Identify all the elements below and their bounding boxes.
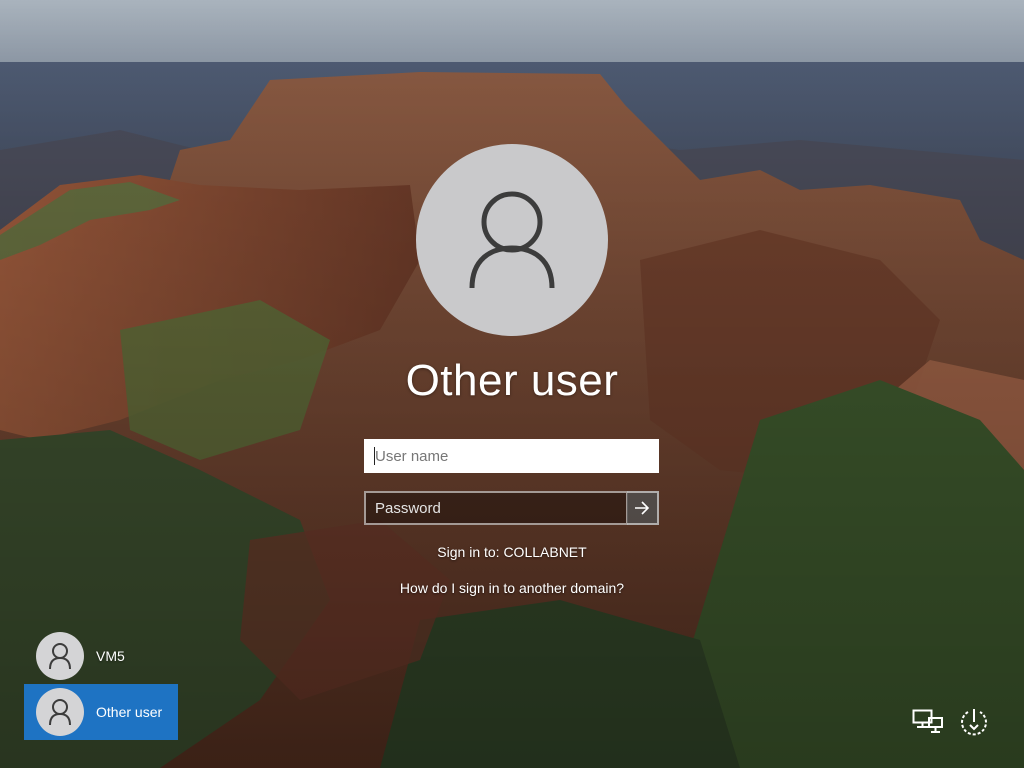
user-tile-avatar	[36, 632, 84, 680]
password-input[interactable]	[364, 491, 628, 525]
user-silhouette-icon	[49, 643, 71, 670]
network-button[interactable]	[910, 704, 946, 740]
user-tile-avatar	[36, 688, 84, 736]
user-silhouette-icon	[49, 699, 71, 726]
text-caret	[374, 447, 375, 465]
network-icon	[912, 709, 943, 733]
username-input[interactable]	[364, 439, 659, 473]
user-tile-label: VM5	[96, 648, 125, 664]
user-silhouette-icon	[469, 191, 555, 289]
user-tile-label: Other user	[96, 704, 163, 720]
other-domain-link[interactable]: How do I sign in to another domain?	[312, 580, 712, 596]
submit-button[interactable]	[627, 491, 659, 525]
arrow-right-icon	[635, 501, 650, 515]
user-avatar	[416, 144, 608, 336]
power-button[interactable]	[956, 704, 992, 740]
user-tile-other-user[interactable]: Other user	[24, 684, 178, 740]
power-icon	[961, 709, 987, 736]
page-title: Other user	[405, 356, 619, 405]
sign-in-domain-text: Sign in to: COLLABNET	[437, 544, 587, 560]
user-tile-vm5[interactable]: VM5	[24, 628, 178, 684]
